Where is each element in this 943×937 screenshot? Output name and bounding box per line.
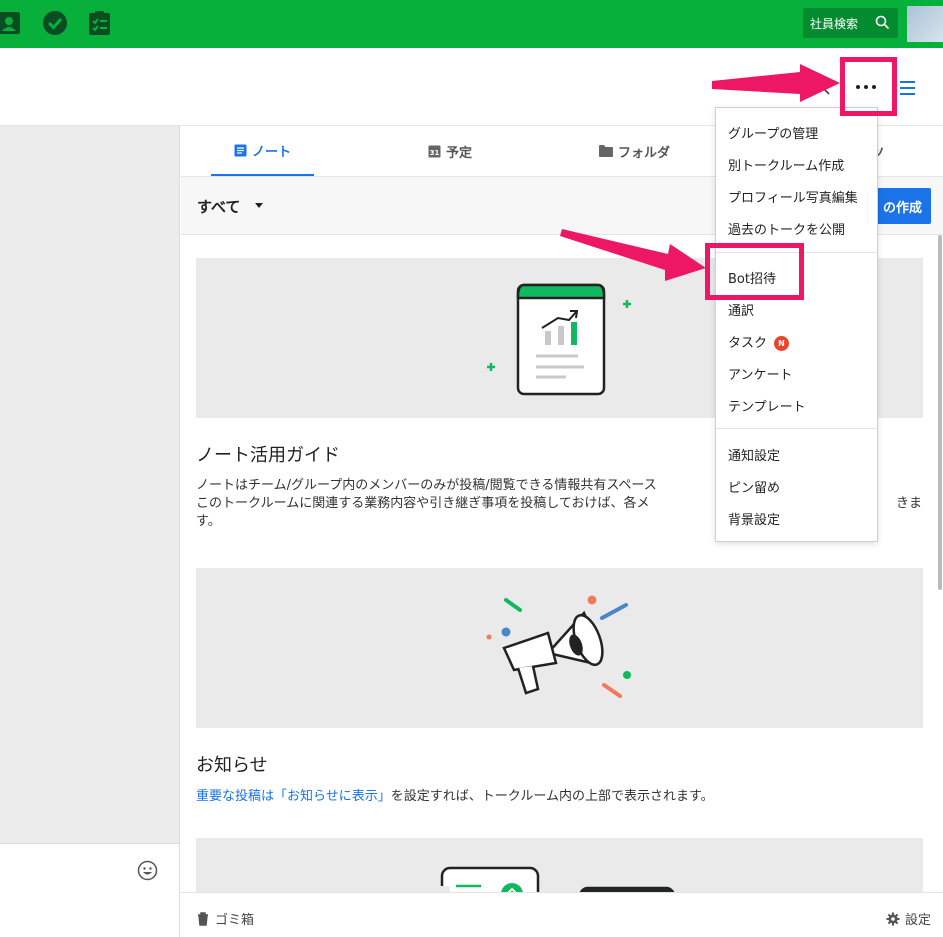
settings-button[interactable]: 設定 (886, 909, 931, 928)
employee-search[interactable]: 社員検索 (803, 8, 898, 38)
menu-item-edit-photo[interactable]: プロフィール写真編集 (728, 187, 858, 206)
chat-messages-area (0, 126, 180, 843)
tab-note[interactable]: ノート (211, 126, 314, 176)
section-desc-announcement: 重要な投稿は「お知らせに表示」を設定すれば、トークルーム内の上部で表示されます。 (196, 788, 923, 806)
megaphone-illustration (486, 595, 631, 698)
menu-item-create-room[interactable]: 別トークルーム作成 (728, 155, 844, 174)
avatar[interactable] (907, 6, 943, 42)
tab-schedule[interactable]: 31 予定 (428, 126, 472, 176)
section-title-note-guide: ノート活用ガイド (196, 445, 340, 466)
tab-folder-label: フォルダ (618, 145, 671, 161)
folder-icon (599, 145, 613, 157)
top-bar: 社員検索 (0, 0, 943, 48)
chat-banner (196, 838, 923, 892)
message-input-area[interactable] (0, 843, 180, 937)
desc-line-text: を設定すれば、トークルーム内の上部で表示されます。 (390, 789, 714, 804)
note-icon (234, 144, 247, 156)
settings-label: 設定 (904, 913, 931, 928)
bottom-bar: ゴミ箱 設定 (181, 892, 943, 937)
search-icon[interactable] (813, 78, 831, 96)
menu-item-survey[interactable]: アンケート (728, 364, 792, 383)
menu-item-background[interactable]: 背景設定 (728, 509, 780, 528)
gear-icon (886, 912, 900, 925)
tab-folder[interactable]: フォルダ (599, 126, 670, 176)
menu-item-task[interactable]: タスク N (728, 332, 790, 351)
hamburger-menu-icon[interactable] (900, 81, 915, 99)
highlight-box-more (840, 57, 897, 116)
calendar-icon: 31 (428, 145, 441, 157)
menu-item-translate[interactable]: 通訳 (728, 300, 754, 319)
highlight-box-bot (705, 243, 804, 300)
desc-line-tail: きま (896, 496, 923, 511)
trash-label: ゴミ箱 (215, 913, 255, 928)
emoji-icon[interactable] (137, 860, 158, 881)
clipboard-icon[interactable] (87, 10, 113, 36)
new-badge: N (774, 336, 790, 351)
menu-item-template[interactable]: テンプレート (728, 396, 806, 415)
announcement-link[interactable]: 重要な投稿は「お知らせに表示」 (196, 789, 391, 804)
desc-line-text: このトークルームに関連する業務内容や引き継ぎ事項を投稿しておけば、各メ (196, 496, 650, 511)
employee-search-label: 社員検索 (810, 17, 859, 31)
search-icon (875, 15, 890, 30)
more-options-menu: グループの管理 別トークルーム作成 プロフィール写真編集 過去のトークを公開 B… (715, 107, 878, 542)
tab-note-label: ノート (251, 144, 291, 160)
menu-item-pin[interactable]: ピン留め (728, 477, 780, 496)
menu-item-publish-history[interactable]: 過去のトークを公開 (728, 219, 845, 238)
scrollbar[interactable] (938, 235, 942, 590)
menu-item-task-label: タスク (728, 336, 768, 351)
section-title-announcement: お知らせ (196, 755, 268, 776)
filter-dropdown-label[interactable]: すべて (197, 196, 240, 217)
calendar-day-text: 31 (430, 149, 440, 157)
trash-icon (198, 911, 208, 926)
tab-schedule-label: 予定 (446, 145, 473, 161)
announcement-banner (196, 568, 923, 728)
caret-down-icon[interactable] (255, 203, 263, 208)
task-check-icon[interactable] (42, 10, 68, 36)
chat-bubbles-illustration (430, 866, 675, 892)
menu-divider (716, 428, 877, 429)
menu-item-group-management[interactable]: グループの管理 (728, 123, 818, 142)
trash-button[interactable]: ゴミ箱 (197, 909, 254, 928)
address-book-icon[interactable] (0, 10, 22, 36)
create-note-button[interactable]: の作成 (871, 188, 931, 224)
menu-item-notification-settings[interactable]: 通知設定 (728, 445, 780, 464)
